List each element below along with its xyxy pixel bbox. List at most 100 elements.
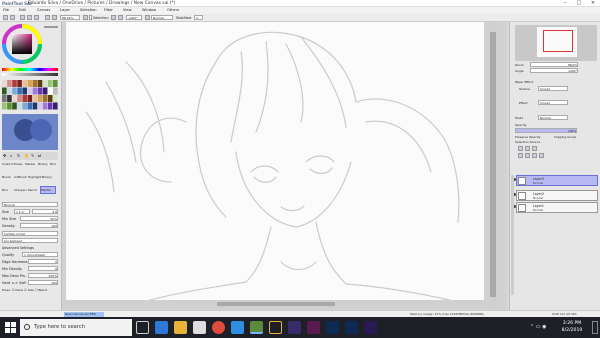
- color-swatch[interactable]: [53, 102, 58, 110]
- selection-source-checkbox[interactable]: Selection Source: [515, 140, 540, 144]
- color-swatch[interactable]: [22, 95, 27, 102]
- color-swatch[interactable]: [32, 80, 38, 87]
- color-swatch[interactable]: [32, 102, 38, 110]
- color-swatch[interactable]: [53, 80, 58, 87]
- windows-start-icon[interactable]: [5, 322, 16, 333]
- tool-marker[interactable]: Marker: [41, 188, 51, 192]
- color-swatch[interactable]: [42, 87, 48, 95]
- deselect-icon[interactable]: [20, 15, 25, 20]
- menu-canvas[interactable]: Canvas: [37, 8, 50, 12]
- chrome-icon[interactable]: [212, 321, 225, 334]
- paper-effect-label[interactable]: Paper Effect: [515, 80, 533, 84]
- rotate-left-icon[interactable]: [111, 15, 116, 20]
- navigator-viewport[interactable]: [543, 30, 573, 52]
- hand-icon[interactable]: ✋: [24, 153, 29, 158]
- layer-item[interactable]: Layer1 Normal: [513, 202, 598, 213]
- system-tray-icons[interactable]: ⌃ ▭ ◉: [530, 324, 546, 330]
- mail-icon[interactable]: [231, 321, 244, 334]
- color-swatch[interactable]: [27, 80, 33, 87]
- swatch-palette[interactable]: [2, 80, 59, 112]
- rotate-icon[interactable]: ↻: [17, 153, 20, 158]
- maximize-button[interactable]: □: [572, 0, 586, 7]
- layer-item[interactable]: Layer3 Normal: [513, 175, 598, 186]
- tab-marker[interactable]: Marker: [25, 162, 35, 166]
- close-button[interactable]: ×: [586, 0, 600, 7]
- color-swatch[interactable]: [37, 80, 43, 87]
- edge-hardness-slider[interactable]: 0: [28, 259, 58, 264]
- task-view-icon[interactable]: [136, 321, 149, 334]
- layer-list-scrollbar[interactable]: [511, 175, 514, 295]
- app-icon[interactable]: [269, 321, 282, 334]
- menu-window[interactable]: Window: [142, 8, 156, 12]
- taskbar-search-box[interactable]: Type here to search: [20, 319, 132, 336]
- color-swatch[interactable]: [53, 87, 58, 95]
- tool-highlight[interactable]: Highlight: [28, 175, 42, 179]
- shape-select[interactable]: [simple circle]: [2, 231, 58, 236]
- color-swatch[interactable]: [47, 95, 53, 102]
- zoom-reset-icon[interactable]: [83, 15, 88, 20]
- quality-select[interactable]: 1 (Smoothest): [22, 252, 58, 257]
- blend-mode-select[interactable]: Normal: [151, 15, 173, 20]
- color-swatch[interactable]: [17, 80, 22, 87]
- new-folder-icon[interactable]: [532, 146, 537, 151]
- secondary-color-swatch[interactable]: [30, 119, 52, 141]
- color-swatch[interactable]: [17, 87, 22, 95]
- menu-view[interactable]: View: [123, 8, 132, 12]
- store-icon[interactable]: [193, 321, 206, 334]
- nav-angle-field[interactable]: +000°: [530, 68, 578, 73]
- premiere-icon[interactable]: [288, 321, 301, 334]
- color-swatch[interactable]: [12, 87, 17, 95]
- selection-checkbox[interactable]: [89, 15, 92, 20]
- max-dens-prs-slider[interactable]: 100%: [28, 273, 58, 278]
- color-wheel[interactable]: [2, 24, 42, 64]
- menu-others[interactable]: Others: [167, 8, 179, 12]
- color-swatch[interactable]: [47, 87, 53, 95]
- color-swatch[interactable]: [32, 95, 38, 102]
- edge-icon[interactable]: [155, 321, 168, 334]
- color-swatch[interactable]: [37, 95, 43, 102]
- texture-select[interactable]: [no texture]: [2, 238, 58, 243]
- color-swatch[interactable]: [7, 80, 12, 87]
- angle-field[interactable]: +000°: [126, 15, 142, 20]
- color-swatch[interactable]: [42, 80, 48, 87]
- color-swatch[interactable]: [42, 95, 48, 102]
- transfer-down-icon[interactable]: [518, 153, 523, 158]
- notification-icon[interactable]: [592, 321, 598, 334]
- layer-mode-select[interactable]: Normal: [538, 115, 568, 120]
- color-swatch[interactable]: [17, 102, 22, 110]
- color-swatch[interactable]: [22, 102, 27, 110]
- photoshop-icon[interactable]: [326, 321, 339, 334]
- clear-layer-icon[interactable]: [532, 153, 537, 158]
- undo-icon[interactable]: [3, 15, 8, 20]
- zoom-icon[interactable]: ⌕: [10, 153, 12, 158]
- show-selection-icon[interactable]: [34, 15, 39, 20]
- color-swatch[interactable]: [47, 80, 53, 87]
- color-swatch[interactable]: [2, 87, 7, 95]
- blend-select[interactable]: Normal: [2, 202, 58, 207]
- tool-airbrush[interactable]: AirBrush: [14, 175, 27, 179]
- tab-custom[interactable]: Custom: [2, 162, 14, 166]
- color-swatch[interactable]: [2, 95, 7, 102]
- invert-selection-icon[interactable]: [27, 15, 32, 20]
- xd-icon[interactable]: [307, 321, 320, 334]
- paper-effect-select[interactable]: [none]: [538, 100, 568, 105]
- hard-soft-slider[interactable]: 100: [28, 280, 58, 285]
- color-swatch[interactable]: [37, 102, 43, 110]
- size-multiplier[interactable]: x 1.0: [14, 209, 30, 214]
- color-swatch[interactable]: [2, 80, 7, 87]
- preserve-opacity-checkbox[interactable]: Preserve Opacity: [515, 135, 541, 139]
- color-swatch[interactable]: [7, 102, 12, 110]
- lightroom-icon[interactable]: [345, 321, 358, 334]
- color-swatch[interactable]: [37, 87, 43, 95]
- tool-binary[interactable]: Binary: [42, 175, 52, 179]
- tool-sharpen[interactable]: Sharpen: [14, 188, 27, 192]
- color-swatch[interactable]: [42, 102, 48, 110]
- horizontal-scrollbar[interactable]: [62, 300, 489, 308]
- menu-file[interactable]: File: [3, 8, 9, 12]
- nav-zoom-field[interactable]: 88.0%: [530, 62, 578, 67]
- zoom-out-icon[interactable]: [52, 15, 57, 20]
- redo-icon[interactable]: [10, 15, 15, 20]
- min-density-slider[interactable]: 0: [28, 266, 58, 271]
- color-swatch[interactable]: [12, 102, 17, 110]
- color-swatch[interactable]: [7, 95, 12, 102]
